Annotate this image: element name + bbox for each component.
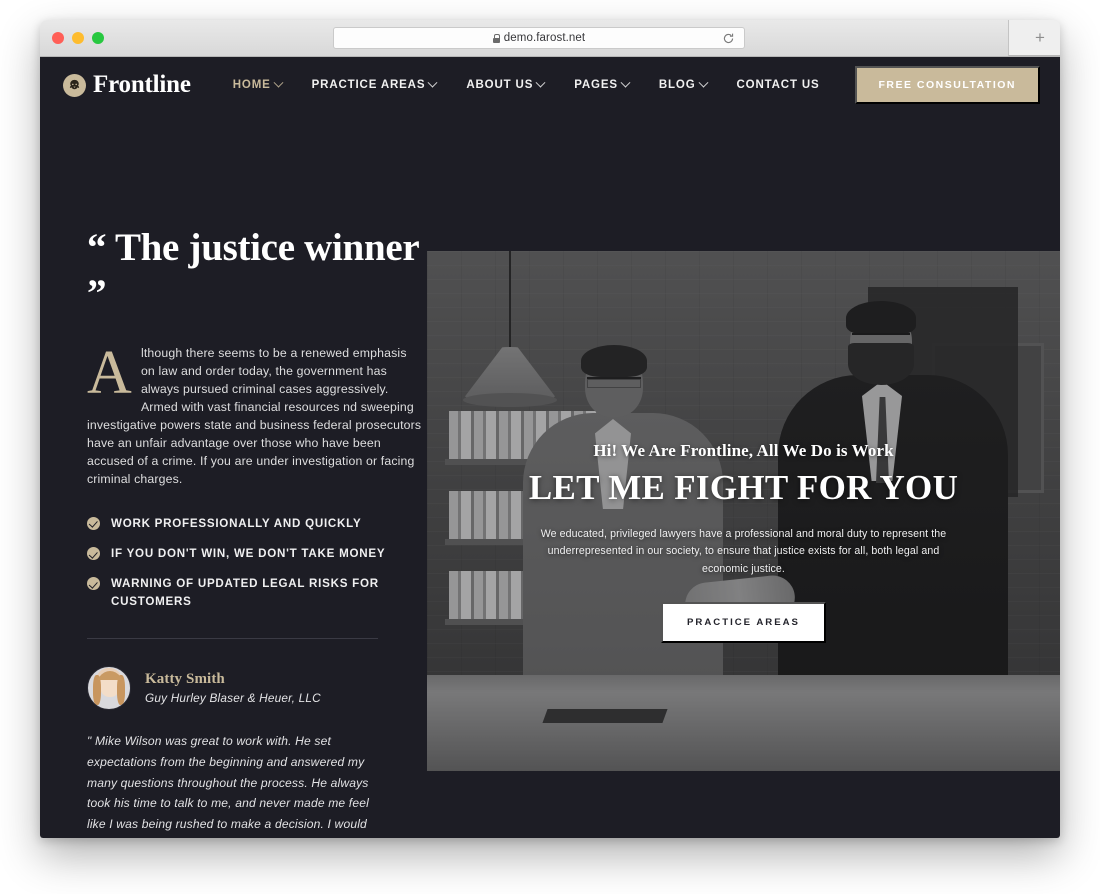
free-consultation-button[interactable]: FREE CONSULTATION: [854, 66, 1040, 104]
browser-window: demo.farost.net + Frontline HOME PRACTIC…: [40, 20, 1060, 838]
browser-titlebar: demo.farost.net +: [40, 20, 1060, 57]
avatar: [87, 666, 131, 711]
nav-item-label: PRACTICE AREAS: [311, 79, 426, 91]
site-logo[interactable]: Frontline: [63, 71, 191, 99]
site-logo-text: Frontline: [93, 71, 191, 98]
chevron-down-icon: [273, 77, 284, 88]
nav-item-about-us[interactable]: ABOUT US: [466, 77, 546, 91]
list-item: WORK PROFESSIONALLY AND QUICKLY: [87, 515, 422, 532]
drop-cap: A: [87, 339, 132, 408]
chevron-down-icon: [620, 77, 631, 88]
chevron-down-icon: [427, 77, 438, 88]
hero-image: Hi! We Are Frontline, All We Do is Work …: [427, 251, 1060, 771]
nav-item-label: ABOUT US: [466, 79, 534, 91]
address-bar[interactable]: demo.farost.net: [333, 27, 745, 49]
practice-areas-button[interactable]: PRACTICE AREAS: [661, 601, 826, 643]
traffic-lights: [52, 32, 104, 44]
lock-icon: [492, 33, 501, 43]
hero-overlay-content: Hi! We Are Frontline, All We Do is Work …: [427, 251, 1060, 771]
hero-kicker: Hi! We Are Frontline, All We Do is Work: [593, 441, 894, 461]
check-circle-icon: [87, 577, 100, 591]
reload-icon[interactable]: [722, 32, 735, 45]
nav-item-label: BLOG: [658, 79, 696, 91]
intro-paragraph: Although there seems to be a renewed emp…: [87, 339, 422, 489]
hero-subtext: We educated, privileged lawyers have a p…: [540, 528, 947, 575]
feature-label: WORK PROFESSIONALLY AND QUICKLY: [111, 516, 362, 530]
new-tab-button[interactable]: +: [1028, 26, 1052, 50]
webpage: Frontline HOME PRACTICE AREAS ABOUT US P…: [40, 57, 1060, 838]
nav-item-label: CONTACT US: [736, 79, 820, 91]
hero-section: “ The justice winner ” Although there se…: [40, 113, 1060, 838]
nav-item-label: PAGES: [574, 79, 618, 91]
testimonial-quote: " Mike Wilson was great to work with. He…: [87, 734, 369, 832]
close-window-button[interactable]: [52, 32, 64, 44]
section-divider: [87, 638, 378, 640]
main-navigation: HOME PRACTICE AREAS ABOUT US PAGES BLOG: [232, 77, 820, 91]
nav-item-blog[interactable]: BLOG: [658, 77, 708, 91]
feature-label: IF YOU DON'T WIN, WE DON'T TAKE MONEY: [111, 546, 386, 560]
nav-item-label: HOME: [232, 79, 271, 91]
testimonial-author: Katty Smith Guy Hurley Blaser & Heuer, L…: [87, 666, 422, 711]
check-circle-icon: [87, 546, 100, 560]
avatar-hair-left: [93, 675, 101, 706]
nav-item-practice-areas[interactable]: PRACTICE AREAS: [311, 77, 438, 91]
hero-headline: LET ME FIGHT FOR YOU: [528, 468, 959, 508]
nav-item-home[interactable]: HOME: [232, 77, 284, 91]
address-bar-url: demo.farost.net: [503, 32, 586, 44]
hero-left-column: “ The justice winner ” Although there se…: [87, 113, 422, 838]
feature-label: WARNING OF UPDATED LEGAL RISKS FOR CUSTO…: [111, 577, 379, 608]
site-header: Frontline HOME PRACTICE AREAS ABOUT US P…: [40, 57, 1060, 113]
testimonial-author-firm: Guy Hurley Blaser & Heuer, LLC: [145, 691, 321, 706]
chevron-down-icon: [535, 77, 546, 88]
list-item: IF YOU DON'T WIN, WE DON'T TAKE MONEY: [87, 545, 422, 562]
chevron-down-icon: [698, 77, 708, 88]
avatar-hair-right: [117, 675, 125, 706]
address-bar-content: demo.farost.net: [492, 32, 586, 44]
check-circle-icon: [87, 516, 100, 530]
testimonial-author-name: Katty Smith: [145, 671, 225, 688]
feature-list: WORK PROFESSIONALLY AND QUICKLY IF YOU D…: [87, 515, 422, 611]
nav-item-pages[interactable]: PAGES: [574, 77, 631, 91]
list-item: WARNING OF UPDATED LEGAL RISKS FOR CUSTO…: [87, 575, 422, 610]
nav-item-contact-us[interactable]: CONTACT US: [737, 79, 820, 91]
lion-crest-icon: [63, 73, 86, 97]
page-title: “ The justice winner ”: [87, 226, 419, 316]
minimize-window-button[interactable]: [72, 32, 84, 44]
testimonial-author-info: Katty Smith Guy Hurley Blaser & Heuer, L…: [145, 671, 321, 705]
maximize-window-button[interactable]: [92, 32, 104, 44]
